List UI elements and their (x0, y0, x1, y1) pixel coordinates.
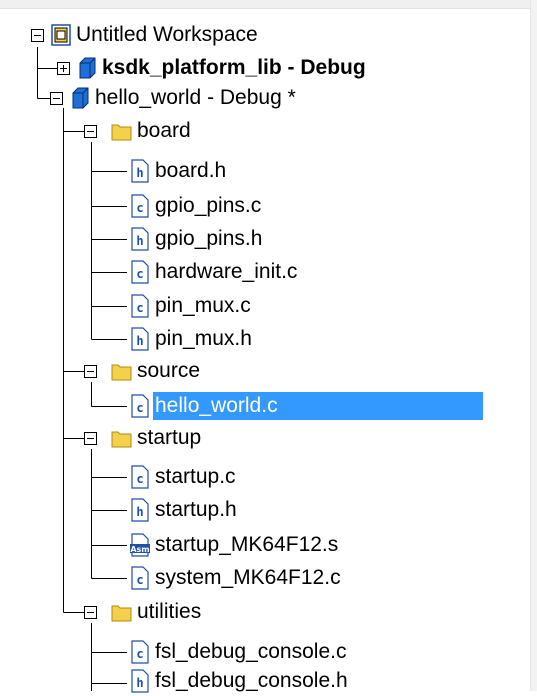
project-icon (79, 57, 96, 79)
c-file-icon: c (131, 394, 149, 418)
file-label: startup_MK64F12.s (155, 533, 339, 556)
tree-row-file[interactable]: c fsl_debug_console.c (130, 637, 348, 667)
folder-label: board (137, 119, 191, 142)
file-label: hello_world.c (153, 392, 483, 420)
file-label: pin_mux.c (155, 294, 251, 317)
header-file-icon: h (131, 498, 149, 522)
tree-row-folder-utilities[interactable]: utilities (110, 597, 203, 627)
folder-label: utilities (137, 600, 202, 623)
tree-row-folder-board[interactable]: board (110, 116, 193, 146)
workspace-label: Untitled Workspace (76, 23, 258, 46)
header-file-icon: h (131, 159, 149, 183)
file-label: gpio_pins.c (155, 194, 262, 217)
file-label: gpio_pins.h (155, 227, 263, 250)
svg-text:h: h (136, 505, 143, 519)
tree-row-file[interactable]: c system_MK64F12.c (130, 563, 343, 593)
workspace-icon (51, 24, 71, 46)
tree-row-workspace[interactable]: Untitled Workspace (51, 20, 260, 50)
svg-text:c: c (136, 647, 143, 661)
project-expand-toggle[interactable] (57, 62, 70, 75)
file-label: pin_mux.h (155, 327, 252, 350)
tree-row-file[interactable]: c pin_mux.c (130, 291, 253, 321)
tree-row-file[interactable]: h pin_mux.h (130, 324, 254, 354)
tree-row-folder-source[interactable]: source (110, 356, 202, 386)
folder-label: source (137, 359, 201, 382)
svg-text:h: h (136, 234, 143, 248)
c-file-icon: c (131, 294, 149, 318)
file-label: startup.c (155, 465, 236, 488)
svg-text:Asm: Asm (130, 545, 149, 554)
file-label: startup.h (155, 498, 237, 521)
svg-text:c: c (136, 201, 143, 215)
c-file-icon: c (131, 194, 149, 218)
asm-file-icon: Asm (130, 533, 150, 557)
file-label: hardware_init.c (155, 260, 298, 283)
folder-collapse-toggle[interactable] (84, 606, 97, 619)
svg-text:h: h (136, 166, 143, 180)
tree-row-project-hello-world[interactable]: hello_world - Debug * (70, 83, 298, 113)
file-label: fsl_debug_console.c (155, 640, 347, 663)
folder-icon (111, 605, 132, 622)
header-file-icon: h (131, 327, 149, 351)
c-file-icon: c (131, 260, 149, 284)
project-collapse-toggle[interactable] (50, 92, 63, 105)
svg-text:h: h (136, 676, 143, 690)
svg-text:c: c (136, 301, 143, 315)
tree-row-file[interactable]: c startup.c (130, 462, 238, 492)
project-label: hello_world - Debug * (95, 86, 296, 109)
folder-icon (111, 364, 132, 381)
svg-text:c: c (136, 472, 143, 486)
project-label: ksdk_platform_lib - Debug (102, 56, 366, 79)
c-file-icon: c (131, 566, 149, 590)
tree-row-folder-startup[interactable]: startup (110, 423, 203, 453)
tree-row-file[interactable]: c hardware_init.c (130, 257, 299, 287)
tree-row-file[interactable]: c gpio_pins.c (130, 191, 263, 221)
header-file-icon: h (131, 227, 149, 251)
tree-row-project-ksdk[interactable]: ksdk_platform_lib - Debug (77, 53, 368, 83)
file-label: board.h (155, 159, 227, 182)
tree-row-file[interactable]: Asm startup_MK64F12.s (130, 530, 340, 560)
workspace-collapse-toggle[interactable] (31, 29, 44, 42)
folder-collapse-toggle[interactable] (84, 432, 97, 445)
c-file-icon: c (131, 640, 149, 664)
folder-collapse-toggle[interactable] (84, 365, 97, 378)
folder-icon (111, 431, 132, 448)
svg-text:c: c (136, 401, 143, 415)
tree-row-file[interactable]: h gpio_pins.h (130, 224, 264, 254)
svg-text:h: h (136, 334, 143, 348)
tree-row-file[interactable]: h fsl_debug_console.h (130, 666, 350, 696)
folder-label: startup (137, 426, 202, 449)
c-file-icon: c (131, 465, 149, 489)
file-label: system_MK64F12.c (155, 566, 341, 589)
header-file-icon: h (131, 669, 149, 693)
folder-collapse-toggle[interactable] (84, 125, 97, 138)
svg-text:c: c (136, 573, 143, 587)
folder-icon (111, 124, 132, 141)
tree-row-file[interactable]: h startup.h (130, 495, 239, 525)
tree-row-file[interactable]: h board.h (130, 156, 228, 186)
project-icon (72, 87, 89, 109)
tree-row-file-selected[interactable]: c hello_world.c (130, 391, 483, 421)
svg-text:c: c (136, 267, 143, 281)
